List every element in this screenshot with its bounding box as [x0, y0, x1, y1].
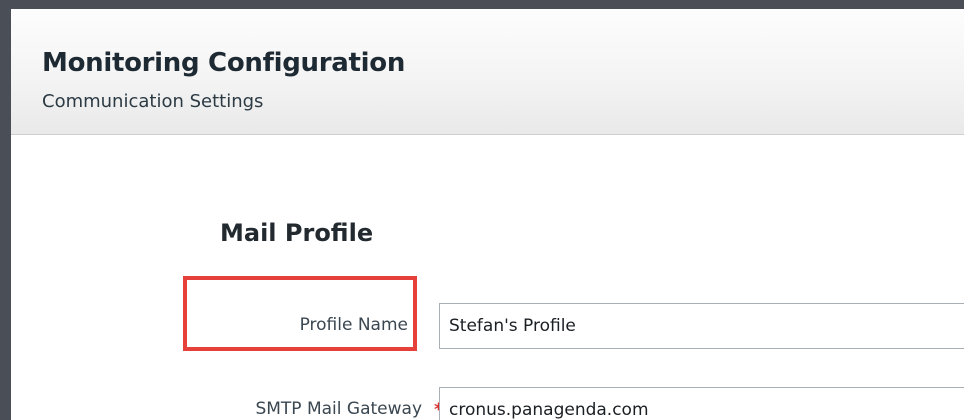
- configuration-window: Monitoring Configuration Communication S…: [11, 9, 964, 420]
- page-header: Monitoring Configuration Communication S…: [11, 9, 964, 135]
- section-title-mail-profile: Mail Profile: [220, 219, 374, 247]
- profile-name-input[interactable]: [439, 303, 964, 349]
- smtp-gateway-label: SMTP Mail Gateway: [255, 399, 422, 419]
- page-title: Monitoring Configuration: [42, 48, 406, 78]
- page-subtitle: Communication Settings: [42, 91, 264, 112]
- profile-name-label: Profile Name: [299, 315, 408, 335]
- profile-name-highlight: [183, 276, 417, 351]
- smtp-gateway-input[interactable]: [439, 387, 964, 420]
